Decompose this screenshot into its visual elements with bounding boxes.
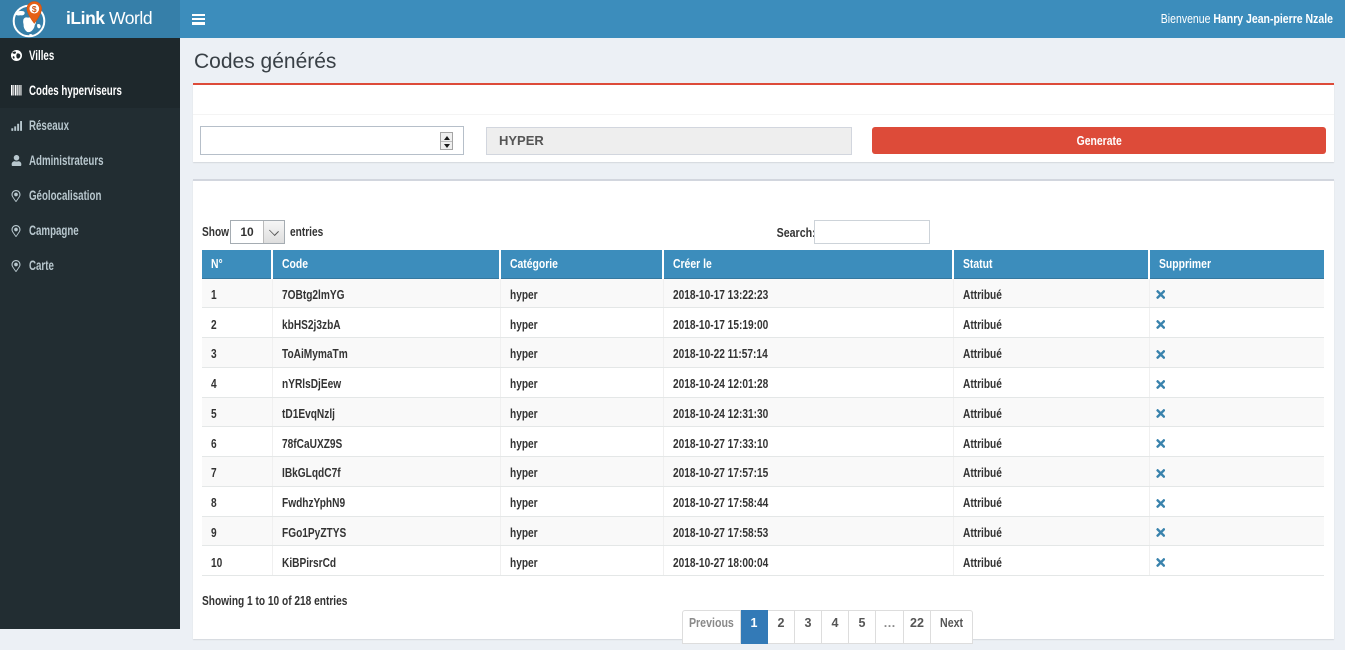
svg-text:$: $ — [32, 4, 37, 14]
